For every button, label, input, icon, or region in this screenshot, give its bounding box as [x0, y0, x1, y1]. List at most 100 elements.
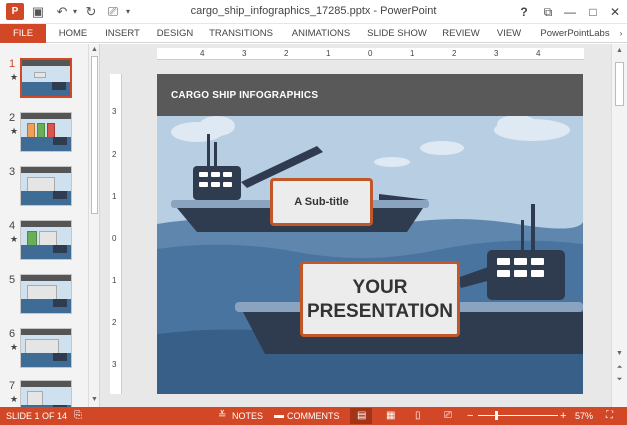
thumbnail-number: 7 [9, 380, 16, 392]
tab-view[interactable]: VIEW [492, 24, 526, 43]
thumbnail-image [20, 112, 72, 152]
status-bar: SLIDE 1 OF 14 ⎘ ≚ NOTES ▬ COMMENTS ▤ ▦ ▯… [0, 407, 627, 425]
ruler-label: 2 [452, 49, 457, 58]
close-button[interactable]: ✕ [606, 3, 624, 21]
scrollbar-thumb[interactable] [91, 56, 98, 214]
slide-thumbnail-4[interactable]: 4 ★ [0, 220, 88, 268]
ribbon-scroll-right-icon[interactable]: › [616, 24, 626, 43]
vertical-ruler[interactable]: 3 2 1 0 1 2 3 [110, 74, 122, 394]
maximize-button[interactable]: □ [584, 3, 602, 21]
help-button[interactable]: ? [515, 3, 533, 21]
slide-1[interactable]: CARGO SHIP INFOGRAPHICS A Sub-title YOUR… [157, 74, 583, 394]
title-line-2: PRESENTATION [306, 301, 454, 322]
thumbnail-number: 6 [9, 328, 16, 340]
normal-view-icon: ▤ [357, 410, 367, 421]
zoom-in-button[interactable]: + [560, 407, 566, 425]
zoom-slider-thumb[interactable] [495, 411, 498, 420]
minimize-button[interactable]: — [561, 3, 579, 21]
thumbnail-image [20, 166, 72, 206]
animation-star-icon: ★ [10, 234, 19, 244]
ruler-label: 0 [112, 234, 117, 243]
ruler-label: 2 [112, 150, 117, 159]
cloud-shapes [171, 115, 570, 167]
ruler-label: 0 [368, 49, 373, 58]
tab-transitions[interactable]: TRANSITIONS [205, 24, 277, 43]
reading-view-icon[interactable]: ▯ [415, 407, 421, 425]
fit-slide-to-window-icon[interactable]: ⛶ [606, 407, 613, 425]
slide-illustration [157, 115, 583, 394]
scroll-up-icon[interactable]: ▲ [90, 46, 99, 53]
ruler-label: 3 [112, 107, 117, 116]
subtitle-callout[interactable]: A Sub-title [270, 178, 373, 226]
slide-counter[interactable]: SLIDE 1 OF 14 [6, 407, 67, 425]
animation-star-icon: ★ [10, 342, 19, 352]
thumbnail-number: 5 [9, 274, 16, 286]
canvas-vertical-scrollbar[interactable]: ▲ ▼ ⏶ ⏷ [611, 44, 627, 407]
tab-design[interactable]: DESIGN [152, 24, 198, 43]
thumbnail-number: 2 [9, 112, 16, 124]
powerpoint-window: P ▣ ↶ ▾ ↻ ⎚ ▾ cargo_ship_infographics_17… [0, 0, 627, 425]
tab-insert[interactable]: INSERT [100, 24, 145, 43]
ruler-label: 1 [326, 49, 331, 58]
scroll-up-icon[interactable]: ▲ [615, 47, 624, 54]
slide-sorter-view-icon[interactable]: ▦ [386, 407, 395, 425]
animation-star-icon: ★ [10, 126, 19, 136]
slide-thumbnail-5[interactable]: 5 [0, 274, 88, 322]
title-bar: P ▣ ↶ ▾ ↻ ⎚ ▾ cargo_ship_infographics_17… [0, 0, 627, 24]
tab-file[interactable]: FILE [0, 24, 46, 43]
tab-slide-show[interactable]: SLIDE SHOW [365, 24, 429, 43]
ruler-label: 4 [536, 49, 541, 58]
slide-thumbnail-1[interactable]: 1 ★ [0, 58, 88, 106]
scrollbar-thumb[interactable] [615, 62, 624, 106]
tab-review[interactable]: REVIEW [437, 24, 485, 43]
ruler-label: 3 [112, 360, 117, 369]
ruler-label: 2 [112, 318, 117, 327]
notes-icon[interactable]: ≚ [218, 407, 226, 425]
slide-thumbnail-pane: 1 ★ 2 ★ 3 4 ★ 5 6 ★ 7 ★ ▲ ▼ [0, 44, 100, 407]
tab-home[interactable]: HOME [52, 24, 94, 43]
thumbnail-number: 3 [9, 166, 16, 178]
ruler-label: 1 [410, 49, 415, 58]
slide-header-title[interactable]: CARGO SHIP INFOGRAPHICS [171, 90, 318, 101]
ruler-label: 4 [200, 49, 205, 58]
ribbon-tabs: FILE HOME INSERT DESIGN TRANSITIONS ANIM… [0, 24, 627, 43]
horizontal-ruler[interactable]: 4 3 2 1 0 1 2 3 4 [157, 48, 584, 60]
thumbnail-image [20, 328, 72, 368]
thumbnail-image [20, 58, 72, 98]
slide-thumbnail-2[interactable]: 2 ★ [0, 112, 88, 160]
thumbnail-image [20, 274, 72, 314]
thumbnail-scrollbar[interactable]: ▲ ▼ [88, 44, 99, 407]
comments-button[interactable]: COMMENTS [287, 407, 340, 425]
slide-show-view-icon[interactable]: ⎚ [444, 407, 452, 425]
thumbnail-image [20, 380, 72, 407]
next-slide-icon[interactable]: ⏷ [615, 376, 624, 384]
tab-animations[interactable]: ANIMATIONS [285, 24, 357, 43]
ruler-label: 1 [112, 276, 117, 285]
notes-button[interactable]: NOTES [232, 407, 263, 425]
spell-check-icon[interactable]: ⎘ [74, 407, 82, 425]
zoom-out-button[interactable]: − [467, 407, 473, 425]
thumbnail-number: 1 [9, 58, 16, 70]
scroll-down-icon[interactable]: ▼ [615, 350, 624, 357]
previous-slide-icon[interactable]: ⏶ [615, 364, 624, 372]
zoom-slider[interactable] [478, 415, 558, 416]
animation-star-icon: ★ [10, 72, 19, 82]
scroll-down-icon[interactable]: ▼ [90, 396, 99, 403]
thumbnail-image [20, 220, 72, 260]
presentation-title-callout[interactable]: YOUR PRESENTATION [300, 261, 460, 337]
slide-thumbnail-7[interactable]: 7 ★ [0, 380, 88, 407]
zoom-level[interactable]: 57% [575, 407, 593, 425]
comments-icon[interactable]: ▬ [274, 407, 284, 425]
slide-thumbnail-3[interactable]: 3 [0, 166, 88, 214]
title-line-1: YOUR [352, 277, 408, 298]
animation-star-icon: ★ [10, 394, 19, 404]
ruler-label: 3 [242, 49, 247, 58]
slide-editing-canvas: 4 3 2 1 0 1 2 3 4 3 2 1 0 1 2 3 CARGO SH… [100, 44, 611, 407]
slide-thumbnail-6[interactable]: 6 ★ [0, 328, 88, 376]
tab-powerpointlabs[interactable]: PowerPointLabs [535, 24, 615, 43]
ruler-label: 1 [112, 192, 117, 201]
thumbnail-number: 4 [9, 220, 16, 232]
subtitle-text: A Sub-title [294, 196, 349, 208]
ribbon-display-options-button[interactable]: ⧉ [539, 3, 557, 21]
ruler-label: 2 [284, 49, 289, 58]
